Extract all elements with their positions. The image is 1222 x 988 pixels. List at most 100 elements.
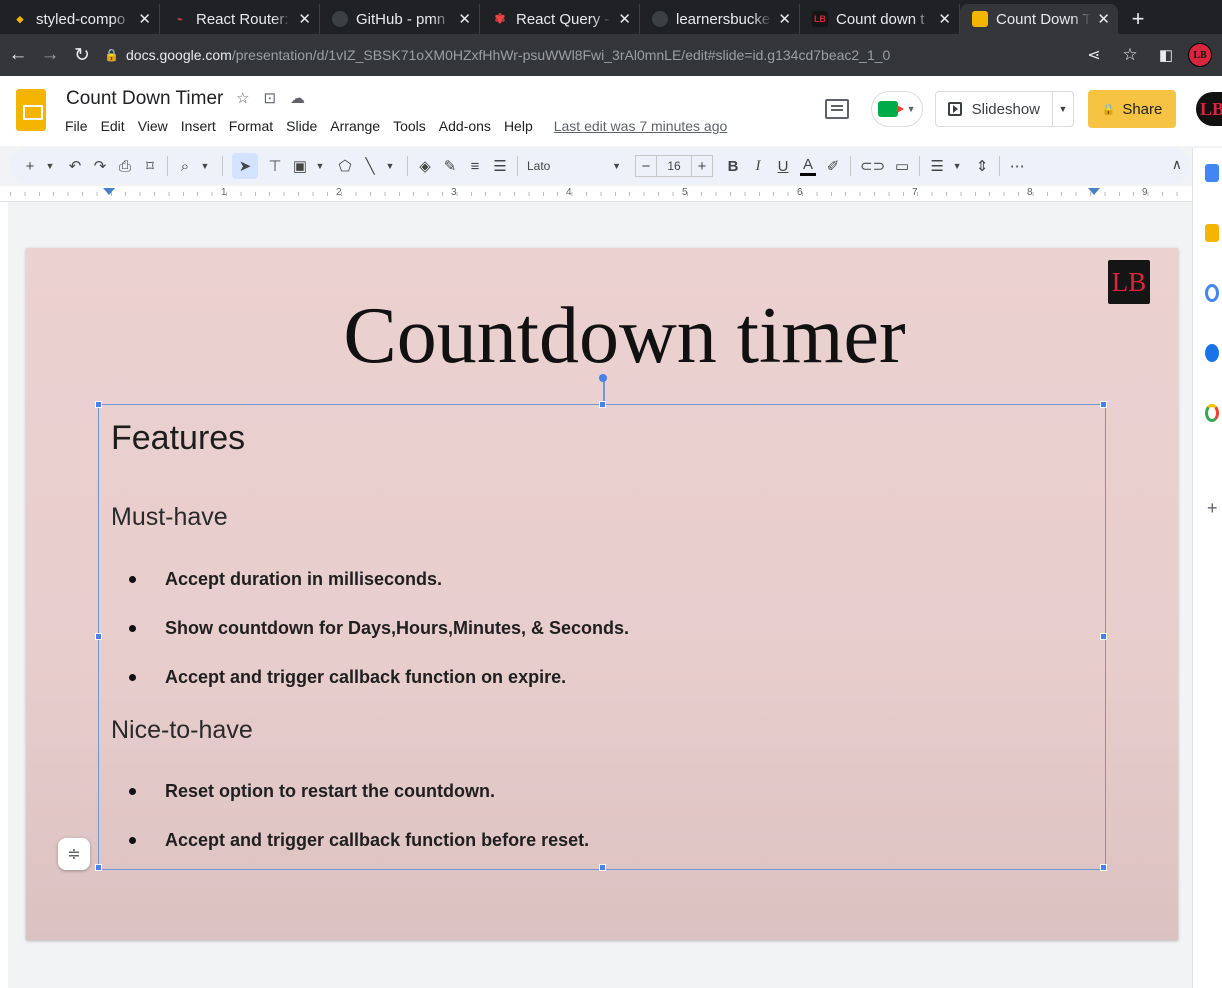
tab-close-icon[interactable]: ✕: [778, 10, 791, 28]
right-indent-marker-icon[interactable]: [1088, 188, 1100, 195]
italic-icon[interactable]: I: [750, 158, 766, 175]
resize-handle[interactable]: [599, 864, 606, 871]
meet-button[interactable]: ▼: [870, 91, 923, 127]
share-button[interactable]: 🔒 Share: [1088, 90, 1176, 128]
cloud-saved-icon[interactable]: ☁: [290, 89, 305, 107]
chevron-down-icon[interactable]: ▼: [949, 161, 965, 171]
ruler-number: 2: [336, 187, 342, 198]
print-icon[interactable]: ⎙: [117, 158, 133, 175]
browser-tab[interactable]: learnersbucke ✕: [640, 4, 800, 34]
more-options-icon[interactable]: ⋯: [1009, 157, 1025, 175]
align-icon[interactable]: ☰: [929, 157, 945, 175]
browser-tab-active[interactable]: Count Down T ✕: [960, 4, 1118, 34]
autofit-options-icon[interactable]: ≑: [58, 838, 90, 870]
chevron-down-icon[interactable]: ▼: [312, 161, 328, 171]
document-title[interactable]: Count Down Timer: [66, 88, 223, 110]
maps-icon[interactable]: [1205, 404, 1219, 422]
menu-slide[interactable]: Slide: [286, 118, 317, 134]
resize-handle[interactable]: [599, 401, 606, 408]
tab-close-icon[interactable]: ✕: [138, 10, 151, 28]
resize-handle[interactable]: [1100, 864, 1107, 871]
shape-icon[interactable]: ⬠: [337, 157, 353, 175]
line-spacing-icon[interactable]: ⇕: [974, 157, 990, 175]
tab-close-icon[interactable]: ✕: [618, 10, 631, 28]
border-dash-icon[interactable]: ☰: [492, 157, 508, 175]
google-slides-logo-icon[interactable]: [16, 89, 46, 131]
menu-add-ons[interactable]: Add-ons: [439, 118, 491, 134]
select-cursor-icon[interactable]: ➤: [232, 153, 258, 179]
increase-font-size-button[interactable]: +: [691, 155, 713, 177]
rotate-handle[interactable]: [599, 374, 607, 382]
account-avatar[interactable]: LB: [1196, 92, 1222, 126]
zoom-icon[interactable]: ⌕: [177, 158, 193, 175]
menu-tools[interactable]: Tools: [393, 118, 426, 134]
resize-handle[interactable]: [1100, 401, 1107, 408]
new-slide-plus-icon[interactable]: +: [22, 158, 38, 175]
font-family-select[interactable]: Lato ▼: [527, 159, 627, 173]
forward-arrow-icon[interactable]: →: [34, 39, 66, 71]
chevron-down-icon[interactable]: ▼: [382, 161, 398, 171]
url-field[interactable]: 🔒 docs.google.com/presentation/d/1vIZ_SB…: [104, 39, 1072, 71]
resize-handle[interactable]: [1100, 633, 1107, 640]
menu-help[interactable]: Help: [504, 118, 533, 134]
add-comment-icon[interactable]: ▭: [894, 157, 910, 175]
text-color-icon[interactable]: A: [800, 156, 816, 176]
underline-icon[interactable]: U: [775, 158, 791, 175]
border-color-icon[interactable]: ✎: [442, 157, 458, 175]
star-icon[interactable]: ☆: [236, 89, 249, 107]
border-weight-icon[interactable]: ≡: [467, 158, 483, 175]
tab-close-icon[interactable]: ✕: [458, 10, 471, 28]
resize-handle[interactable]: [95, 401, 102, 408]
tab-close-icon[interactable]: ✕: [1097, 10, 1110, 28]
paint-format-icon[interactable]: ⌑: [142, 157, 158, 175]
decrease-font-size-button[interactable]: −: [635, 155, 657, 177]
collapse-toolbar-chevron-icon[interactable]: ∧: [1172, 156, 1182, 173]
menu-file[interactable]: File: [65, 118, 88, 134]
add-on-plus-icon[interactable]: +: [1207, 498, 1218, 519]
browser-tab[interactable]: GitHub - pmn ✕: [320, 4, 480, 34]
menu-format[interactable]: Format: [229, 118, 273, 134]
new-tab-button[interactable]: +: [1118, 4, 1158, 34]
calendar-icon[interactable]: [1205, 164, 1219, 182]
comment-history-icon[interactable]: [824, 99, 849, 119]
tab-close-icon[interactable]: ✕: [938, 10, 951, 28]
reload-icon[interactable]: ↻: [66, 39, 98, 71]
bold-icon[interactable]: B: [725, 158, 741, 175]
selected-text-box[interactable]: Features Must-have Accept duration in mi…: [95, 374, 1107, 871]
browser-tab[interactable]: ◆ styled-compo ✕: [0, 4, 160, 34]
tab-close-icon[interactable]: ✕: [298, 10, 311, 28]
bookmark-star-icon[interactable]: ☆: [1116, 39, 1144, 71]
slide[interactable]: LB Countdown timer Features Must-have Ac…: [26, 248, 1178, 940]
image-icon[interactable]: ▣: [292, 157, 308, 175]
side-panel-icon[interactable]: ◧: [1152, 39, 1180, 71]
last-edit-link[interactable]: Last edit was 7 minutes ago: [554, 118, 728, 134]
back-arrow-icon[interactable]: ←: [2, 39, 34, 71]
browser-profile-avatar[interactable]: LB: [1188, 43, 1212, 67]
keep-icon[interactable]: [1205, 224, 1219, 242]
resize-handle[interactable]: [95, 633, 102, 640]
font-size-input[interactable]: 16: [657, 155, 691, 177]
redo-icon[interactable]: ↷: [92, 157, 108, 175]
resize-handle[interactable]: [95, 864, 102, 871]
slideshow-options-chevron-icon[interactable]: ▼: [1053, 104, 1073, 114]
browser-tab[interactable]: ✾ React Query - ✕: [480, 4, 640, 34]
text-box-icon[interactable]: ⊤: [267, 157, 283, 175]
chevron-down-icon[interactable]: ▼: [42, 161, 58, 171]
chevron-down-icon[interactable]: ▼: [197, 161, 213, 171]
menu-view[interactable]: View: [138, 118, 168, 134]
line-icon[interactable]: ╲: [362, 157, 378, 175]
undo-icon[interactable]: ↶: [67, 157, 83, 175]
browser-tab[interactable]: LB Count down t ✕: [800, 4, 960, 34]
menu-arrange[interactable]: Arrange: [330, 118, 380, 134]
insert-link-icon[interactable]: ⊂⊃: [860, 157, 885, 175]
fill-color-icon[interactable]: ◈: [417, 157, 433, 175]
menu-edit[interactable]: Edit: [101, 118, 125, 134]
move-folder-icon[interactable]: ⊡: [263, 89, 276, 107]
left-indent-marker-icon[interactable]: [103, 188, 115, 195]
share-page-icon[interactable]: ⋖: [1080, 39, 1108, 71]
browser-tab[interactable]: ⌁ React Router: ✕: [160, 4, 320, 34]
slideshow-button[interactable]: Slideshow: [936, 92, 1053, 126]
highlight-color-icon[interactable]: ✐: [825, 157, 841, 175]
slide-title[interactable]: Countdown timer: [26, 290, 1222, 382]
menu-insert[interactable]: Insert: [181, 118, 216, 134]
